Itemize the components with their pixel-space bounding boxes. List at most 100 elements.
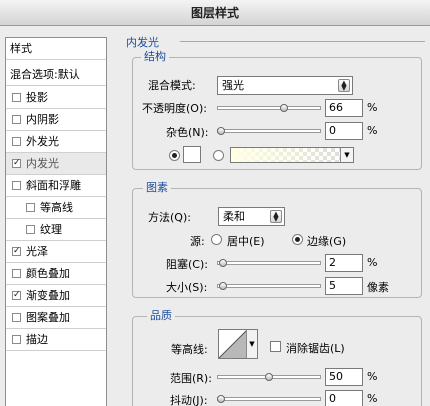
contour-label: 等高线:	[171, 343, 208, 356]
sidebar-item-label: 投影	[26, 91, 48, 104]
source-edge-label[interactable]: 边缘(G)	[307, 233, 346, 249]
quality-group: 品质 等高线: ▼ 消除锯齿(L) 范围(R): 50 % 抖动(J): 0 %	[132, 309, 422, 406]
source-center-radio[interactable]	[211, 234, 222, 245]
chevron-updown-icon: ▲ ▼	[270, 210, 282, 223]
sidebar-item[interactable]: 颜色叠加	[6, 263, 106, 285]
size-slider-track[interactable]	[217, 284, 321, 288]
source-edge-radio[interactable]	[292, 234, 303, 245]
checked-checkbox-icon[interactable]: ✓	[12, 291, 21, 300]
styles-header-label: 样式	[10, 42, 32, 55]
jitter-input[interactable]: 0	[325, 390, 363, 406]
checked-checkbox-icon[interactable]: ✓	[12, 159, 21, 168]
opacity-label: 不透明度(O):	[142, 102, 207, 115]
sidebar-item[interactable]: 描边	[6, 329, 106, 351]
jitter-slider-thumb[interactable]	[217, 395, 225, 403]
quality-legend: 品质	[147, 309, 175, 323]
sidebar-item-label: 纹理	[40, 223, 62, 236]
sidebar-item-label: 外发光	[26, 135, 59, 148]
elements-legend: 图素	[143, 181, 171, 195]
sidebar-item[interactable]: 斜面和浮雕	[6, 175, 106, 197]
jitter-slider-track[interactable]	[217, 397, 321, 401]
checked-checkbox-icon[interactable]: ✓	[12, 247, 21, 256]
range-slider-thumb[interactable]	[265, 373, 273, 381]
blend-mode-label: 混合模式:	[148, 79, 196, 92]
sidebar-item-label: 渐变叠加	[26, 289, 70, 302]
sidebar-item[interactable]: ✓ 内发光	[6, 153, 106, 175]
sidebar-item-label: 图案叠加	[26, 311, 70, 324]
gradient-radio[interactable]	[213, 150, 224, 161]
blending-options-label: 混合选项:默认	[10, 68, 80, 81]
checkbox-icon[interactable]	[12, 137, 21, 146]
range-label: 范围(R):	[170, 372, 212, 385]
sidebar-item-label: 斜面和浮雕	[26, 179, 81, 192]
method-value: 柔和	[223, 210, 245, 223]
jitter-label: 抖动(J):	[170, 394, 208, 406]
checkbox-icon[interactable]	[12, 313, 21, 322]
blending-options-item[interactable]: 混合选项:默认	[6, 64, 106, 86]
glow-gradient-picker[interactable]: ▼	[230, 147, 354, 163]
sidebar-item[interactable]: 内阴影	[6, 109, 106, 131]
structure-group: 结构 混合模式: 强光 ▲ ▼ 不透明度(O): 66 % 杂色(N): 0 % …	[132, 50, 422, 170]
size-label: 大小(S):	[166, 281, 208, 294]
sidebar-item[interactable]: 纹理	[6, 219, 106, 241]
sidebar-item[interactable]: 投影	[6, 87, 106, 109]
noise-slider-thumb[interactable]	[217, 127, 225, 135]
title-separator	[180, 41, 425, 42]
antialias-label[interactable]: 消除锯齿(L)	[286, 340, 345, 356]
chevron-down-icon[interactable]: ▼	[246, 330, 257, 358]
choke-slider-thumb[interactable]	[218, 259, 227, 267]
source-label: 源:	[190, 235, 205, 248]
noise-slider-track[interactable]	[217, 129, 321, 133]
panel-title: 内发光	[126, 36, 159, 49]
size-unit: 像素	[367, 281, 389, 294]
chevron-down-icon[interactable]: ▼	[340, 148, 353, 162]
opacity-slider-thumb[interactable]	[280, 104, 289, 112]
contour-curve-icon	[219, 330, 248, 358]
source-center-label[interactable]: 居中(E)	[227, 233, 265, 249]
opacity-slider-track[interactable]	[217, 106, 321, 110]
method-dropdown[interactable]: 柔和 ▲ ▼	[218, 207, 285, 226]
sidebar-item-label: 描边	[26, 333, 48, 346]
sidebar-item[interactable]: 等高线	[6, 197, 106, 219]
sidebar-item[interactable]: ✓ 渐变叠加	[6, 285, 106, 307]
checkbox-icon[interactable]	[12, 93, 21, 102]
sidebar-item[interactable]: 图案叠加	[6, 307, 106, 329]
solid-color-radio[interactable]	[169, 150, 180, 161]
sidebar-item[interactable]: ✓ 光泽	[6, 241, 106, 263]
checkbox-icon[interactable]	[26, 225, 35, 234]
size-input[interactable]: 5	[325, 277, 363, 295]
sidebar-item-label: 内发光	[26, 157, 59, 170]
sidebar-item[interactable]: 外发光	[6, 131, 106, 153]
choke-slider-track[interactable]	[217, 261, 321, 265]
range-input[interactable]: 50	[325, 368, 363, 386]
opacity-unit: %	[367, 101, 378, 114]
size-slider-thumb[interactable]	[218, 282, 227, 290]
contour-picker[interactable]: ▼	[218, 329, 258, 359]
chevron-updown-icon: ▲ ▼	[338, 79, 350, 92]
glow-color-swatch[interactable]	[183, 146, 201, 163]
opacity-input[interactable]: 66	[325, 99, 363, 117]
noise-input[interactable]: 0	[325, 122, 363, 140]
jitter-unit: %	[367, 392, 378, 405]
dialog-title-bar: 图层样式	[0, 0, 430, 26]
dialog-title: 图层样式	[190, 6, 239, 20]
styles-header[interactable]: 样式	[6, 38, 106, 60]
choke-unit: %	[367, 256, 378, 269]
checkbox-icon[interactable]	[12, 269, 21, 278]
sidebar-item-label: 光泽	[26, 245, 48, 258]
noise-unit: %	[367, 124, 378, 137]
choke-label: 阻塞(C):	[166, 258, 208, 271]
checkbox-icon[interactable]	[26, 203, 35, 212]
styles-sidebar: 样式 混合选项:默认 投影内阴影外发光 ✓ 内发光斜面和浮雕等高线纹理 ✓ 光泽颜色叠加…	[5, 37, 107, 406]
checkbox-icon[interactable]	[12, 181, 21, 190]
checkbox-icon[interactable]	[12, 335, 21, 344]
checkbox-icon[interactable]	[12, 115, 21, 124]
blend-mode-dropdown[interactable]: 强光 ▲ ▼	[217, 76, 353, 95]
choke-input[interactable]: 2	[325, 254, 363, 272]
noise-label: 杂色(N):	[166, 126, 209, 139]
sidebar-item-label: 等高线	[40, 201, 73, 214]
sidebar-item-label: 内阴影	[26, 113, 59, 126]
antialias-checkbox[interactable]	[270, 341, 281, 352]
range-unit: %	[367, 370, 378, 383]
sidebar-item-label: 颜色叠加	[26, 267, 70, 280]
